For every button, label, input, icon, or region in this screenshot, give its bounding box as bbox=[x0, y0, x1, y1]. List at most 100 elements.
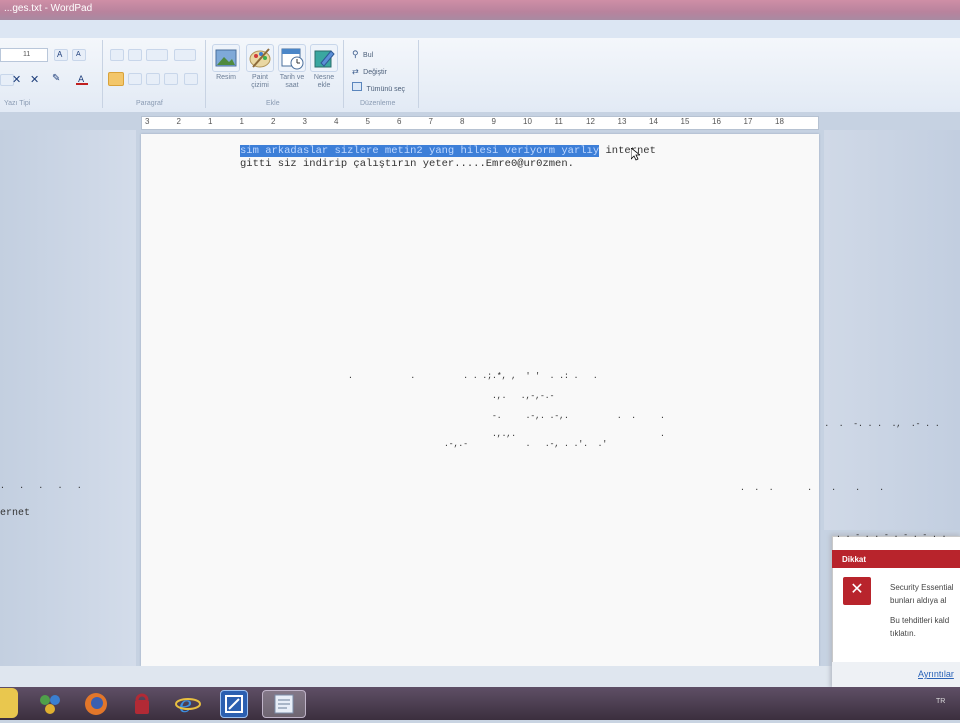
status-bar bbox=[0, 666, 960, 687]
render-noise: .,. .,-,-.- bbox=[492, 392, 555, 401]
group-separator bbox=[102, 40, 103, 108]
right-background-window bbox=[824, 130, 960, 530]
details-link[interactable]: Ayrıntılar bbox=[918, 669, 954, 679]
highlight-icon[interactable]: ✎ bbox=[52, 73, 60, 84]
wordpad-taskbar-button[interactable] bbox=[262, 690, 306, 718]
paragraph-dialog-button[interactable] bbox=[184, 73, 198, 85]
ruler-tick-label: 11 bbox=[554, 117, 563, 126]
render-noise: -. .-,. .-,. . . . bbox=[492, 412, 665, 421]
network-app-icon[interactable] bbox=[36, 690, 64, 718]
find-label: Bul bbox=[363, 52, 374, 59]
calendar-clock-icon bbox=[281, 48, 304, 70]
binoculars-icon: ⚲ bbox=[352, 49, 359, 59]
replace-button[interactable]: ⇄ Değiştir bbox=[352, 61, 412, 76]
ruler-tick-label: 2 bbox=[271, 117, 276, 126]
ruler-tick-label: 4 bbox=[334, 117, 339, 126]
list-button[interactable] bbox=[146, 49, 168, 61]
security-app-icon[interactable] bbox=[128, 690, 156, 718]
ruler-tick-label: 1 bbox=[208, 117, 213, 126]
select-all-button[interactable]: Tümünü seç bbox=[352, 78, 416, 93]
insert-object-button[interactable] bbox=[310, 44, 338, 72]
start-button[interactable] bbox=[0, 688, 18, 718]
paint-drawing-label: Paint çizimi bbox=[251, 74, 269, 89]
grow-font-button[interactable]: A bbox=[54, 49, 68, 61]
render-noise: .-,.- . .-, . .'. .' bbox=[444, 440, 608, 449]
object-icon bbox=[314, 50, 335, 68]
line-spacing-button[interactable] bbox=[174, 49, 196, 61]
metin2-app-icon[interactable] bbox=[220, 690, 248, 718]
font-size-box[interactable]: 11 bbox=[0, 48, 48, 62]
render-noise: . . . . . bbox=[0, 482, 82, 491]
align-right-button[interactable] bbox=[146, 73, 160, 85]
group-separator bbox=[418, 40, 419, 108]
superscript-icon[interactable]: ✕ bbox=[30, 73, 39, 86]
increase-indent-button[interactable] bbox=[128, 49, 142, 61]
font-color-icon[interactable]: A bbox=[76, 72, 88, 85]
ribbon-tab-strip bbox=[0, 20, 960, 39]
document-line-2[interactable]: gitti siz indirip çalıştırın yeter.....E… bbox=[240, 158, 574, 170]
left-background-window bbox=[0, 130, 136, 666]
ruler-tick-label: 14 bbox=[649, 117, 658, 126]
picture-icon bbox=[215, 49, 237, 67]
threat-icon: ✕ bbox=[843, 577, 871, 605]
ruler-tick-label: 2 bbox=[176, 117, 181, 126]
editing-group-label: Düzenleme bbox=[360, 100, 396, 107]
ruler-tick-label: 6 bbox=[397, 117, 402, 126]
ruler-tick-label: 3 bbox=[145, 117, 150, 126]
ruler-tick-label: 15 bbox=[680, 117, 690, 126]
window-title: ...ges.txt - WordPad bbox=[4, 3, 93, 14]
document-line-1[interactable]: sim arkadaslar sizlere metin2 yang hiles… bbox=[240, 145, 656, 157]
render-noise: .,.,. . bbox=[492, 430, 665, 439]
group-separator bbox=[343, 40, 344, 108]
ruler-tick-label: 9 bbox=[491, 117, 496, 126]
subscript-icon[interactable]: ✕ bbox=[12, 73, 21, 86]
paragraph-group-label: Paragraf bbox=[136, 100, 163, 107]
alert-text-3: Bu tehditleri kald bbox=[890, 616, 950, 625]
align-center-button[interactable] bbox=[128, 73, 142, 85]
ruler-tick-label: 7 bbox=[428, 117, 433, 126]
replace-label: Değiştir bbox=[363, 69, 387, 76]
ruler-tick-label: 18 bbox=[775, 117, 784, 126]
alert-text-1: Security Essential bbox=[890, 583, 954, 592]
render-noise: . . . . . . . bbox=[740, 484, 885, 493]
align-left-button[interactable] bbox=[108, 72, 124, 86]
mouse-cursor-icon bbox=[631, 148, 640, 161]
select-all-label: Tümünü seç bbox=[366, 86, 405, 93]
picture-button[interactable] bbox=[212, 44, 240, 72]
firefox-icon[interactable] bbox=[82, 690, 110, 718]
ruler-tick-label: 10 bbox=[523, 117, 532, 126]
group-separator bbox=[205, 40, 206, 108]
ruler-tick-label: 13 bbox=[617, 117, 627, 126]
ruler-tick-label: 12 bbox=[586, 117, 595, 126]
paint-icon bbox=[249, 48, 271, 68]
ruler-tick-label: 17 bbox=[743, 117, 753, 126]
alert-title: Dikkat bbox=[842, 555, 867, 564]
selected-text[interactable]: sim arkadaslar sizlere metin2 yang hiles… bbox=[240, 145, 600, 157]
insert-object-label: Nesne ekle bbox=[313, 74, 335, 89]
shrink-font-button[interactable]: A bbox=[72, 49, 86, 61]
ruler-tick-label: 8 bbox=[460, 117, 465, 126]
ruler-tick-label: 3 bbox=[302, 117, 307, 126]
date-time-button[interactable] bbox=[278, 44, 306, 72]
insert-group-label: Ekle bbox=[266, 100, 280, 107]
render-noise: . . -. . . ., .- . . bbox=[810, 420, 940, 429]
font-size-value: 11 bbox=[23, 51, 31, 58]
language-indicator[interactable]: TR bbox=[936, 698, 945, 705]
render-noise: . . . . .;.*, , ' ' . .: . . bbox=[348, 372, 598, 381]
internet-explorer-icon[interactable]: e bbox=[174, 690, 202, 718]
ruler-marks: 3 2 1 1 2 3 4 5 6 7 8 9 10 11 12 13 14 15 16 17 18 bbox=[141, 117, 819, 129]
replace-icon: ⇄ bbox=[352, 67, 359, 76]
alert-text-4: tıklatın. bbox=[890, 629, 916, 638]
find-button[interactable]: ⚲ Bul bbox=[352, 44, 412, 59]
background-window-text: ernet bbox=[0, 508, 31, 519]
paint-drawing-button[interactable] bbox=[246, 44, 274, 72]
ruler-tick-label: 5 bbox=[365, 117, 370, 126]
select-all-icon bbox=[352, 82, 362, 91]
justify-button[interactable] bbox=[164, 73, 178, 85]
ruler-tick-label: 1 bbox=[239, 117, 244, 126]
font-group-label: Yazı Tipi bbox=[4, 100, 31, 107]
document-page[interactable] bbox=[141, 134, 819, 666]
svg-text:e: e bbox=[179, 693, 192, 718]
decrease-indent-button[interactable] bbox=[110, 49, 124, 61]
alert-text-2: bunları aldıya al bbox=[890, 596, 947, 605]
